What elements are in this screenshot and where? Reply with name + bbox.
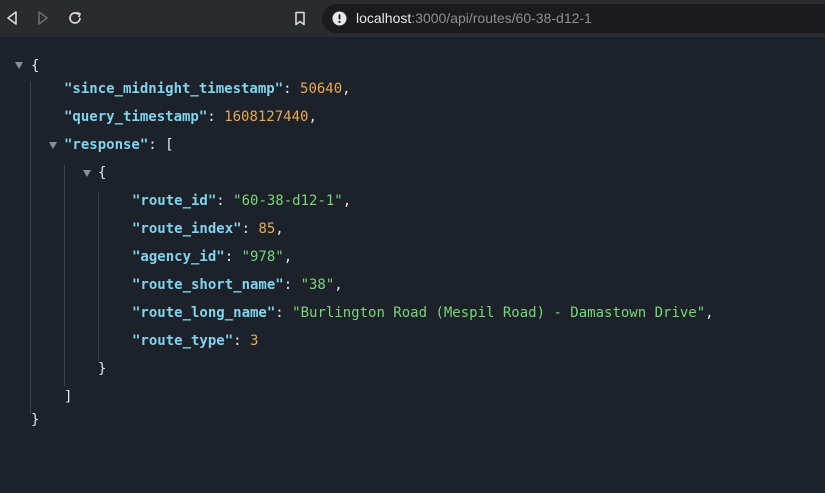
json-line-query-timestamp: "query_timestamp": 1608127440, [64, 109, 317, 125]
json-line-response: "response": [ [64, 137, 174, 153]
forward-button[interactable] [33, 8, 53, 28]
json-viewer: { "since_midnight_timestamp": 50640, "qu… [0, 37, 825, 493]
bookmark-icon [295, 11, 305, 25]
reload-button[interactable] [65, 8, 85, 28]
json-response-close: ] [64, 389, 73, 405]
json-value: 3 [250, 333, 259, 349]
json-line-route-type: "route_type": 3 [132, 333, 259, 349]
url-host: localhost [356, 10, 412, 26]
indent-guide [98, 193, 99, 361]
info-icon[interactable] [332, 11, 347, 26]
json-value: "978" [241, 249, 284, 265]
json-key: "route_type" [132, 333, 234, 349]
bookmark-button[interactable] [290, 8, 310, 28]
json-line-route-long-name: "route_long_name": "Burlington Road (Mes… [132, 305, 714, 321]
json-key: "query_timestamp" [64, 109, 208, 125]
json-value: 50640 [300, 81, 343, 97]
json-key: "agency_id" [132, 249, 225, 265]
indent-guide [64, 165, 65, 387]
json-line-route-id: "route_id": "60-38-d12-1", [132, 193, 352, 209]
json-key: "route_short_name" [132, 277, 284, 293]
address-bar[interactable]: localhost:3000/api/routes/60-38-d12-1 [322, 4, 825, 33]
back-arrow-icon [7, 11, 17, 25]
browser-toolbar: localhost:3000/api/routes/60-38-d12-1 [0, 0, 825, 37]
json-value: 1608127440 [224, 109, 309, 125]
json-root-open: { [31, 58, 40, 74]
url-path: :3000/api/routes/60-38-d12-1 [411, 10, 592, 26]
json-item-close: } [98, 361, 107, 377]
json-key: "response" [64, 137, 149, 153]
json-key: "route_index" [132, 221, 242, 237]
json-line-route-short-name: "route_short_name": "38", [132, 277, 343, 293]
forward-arrow-icon [38, 11, 48, 25]
json-root-close: } [31, 412, 40, 428]
json-key: "route_long_name" [132, 305, 276, 321]
json-key: "since_midnight_timestamp" [64, 81, 284, 97]
collapse-toggle-response[interactable] [49, 142, 57, 149]
json-line-since-midnight-timestamp: "since_midnight_timestamp": 50640, [64, 81, 351, 97]
json-key: "route_id" [132, 193, 217, 209]
reload-icon [69, 11, 81, 24]
json-line-route-index: "route_index": 85, [132, 221, 284, 237]
indent-guide [30, 81, 31, 414]
url-text[interactable]: localhost:3000/api/routes/60-38-d12-1 [356, 10, 592, 26]
collapse-toggle-item[interactable] [83, 170, 91, 177]
collapse-toggle-root[interactable] [15, 62, 23, 69]
json-value: "38" [300, 277, 335, 293]
back-button[interactable] [2, 8, 22, 28]
json-value: "Burlington Road (Mespil Road) - Damasto… [292, 305, 706, 321]
json-value: 85 [258, 221, 276, 237]
json-line-agency-id: "agency_id": "978", [132, 249, 293, 265]
json-item-open: { [98, 165, 107, 181]
json-value: "60-38-d12-1" [233, 193, 343, 209]
